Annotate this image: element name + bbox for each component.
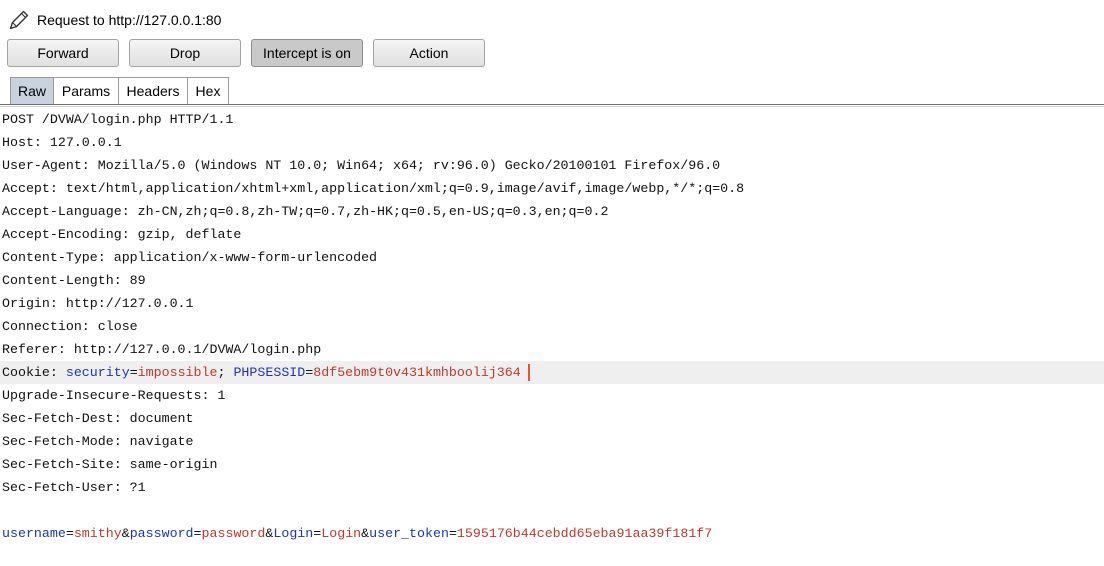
body-param-value[interactable]: password: [202, 526, 266, 541]
intercept-toggle-button[interactable]: Intercept is on: [251, 39, 363, 67]
equals-sign[interactable]: =: [449, 526, 457, 541]
tab-hex[interactable]: Hex: [187, 77, 229, 104]
header-line-sec-fetch-dest[interactable]: Sec-Fetch-Dest: document: [0, 407, 1104, 430]
cookie-name[interactable]: PHPSESSID: [233, 365, 305, 380]
ampersand-separator[interactable]: &: [122, 526, 130, 541]
header-line-sec-fetch-site[interactable]: Sec-Fetch-Site: same-origin: [0, 453, 1104, 476]
cookie-separator[interactable]: ;: [217, 365, 233, 380]
body-param-value[interactable]: Login: [321, 526, 361, 541]
forward-button[interactable]: Forward: [7, 39, 119, 67]
body-param-name[interactable]: username: [2, 526, 66, 541]
cookie-label[interactable]: Cookie:: [2, 365, 66, 380]
header-line-content-type[interactable]: Content-Type: application/x-www-form-url…: [0, 246, 1104, 269]
request-line[interactable]: POST /DVWA/login.php HTTP/1.1: [0, 108, 1104, 131]
ampersand-separator[interactable]: &: [361, 526, 369, 541]
header-line-cookie[interactable]: Cookie: security=impossible; PHPSESSID=8…: [0, 361, 1104, 384]
tab-divider: [0, 104, 1104, 105]
equals-sign[interactable]: =: [66, 526, 74, 541]
header-line-sec-fetch-user[interactable]: Sec-Fetch-User: ?1: [0, 476, 1104, 499]
cookie-name[interactable]: security: [66, 365, 130, 380]
body-param-value[interactable]: smithy: [74, 526, 122, 541]
body-param-value[interactable]: 1595176b44cebdd65eba91aa39f181f7: [457, 526, 712, 541]
pencil-icon: [9, 10, 29, 30]
body-param-name[interactable]: password: [130, 526, 194, 541]
header-line-user-agent[interactable]: User-Agent: Mozilla/5.0 (Windows NT 10.0…: [0, 154, 1104, 177]
header-line-host[interactable]: Host: 127.0.0.1: [0, 131, 1104, 154]
tab-params[interactable]: Params: [53, 77, 119, 104]
action-button[interactable]: Action: [373, 39, 485, 67]
header-line-referer[interactable]: Referer: http://127.0.0.1/DVWA/login.php: [0, 338, 1104, 361]
header-line-accept-encoding[interactable]: Accept-Encoding: gzip, deflate: [0, 223, 1104, 246]
request-body-line[interactable]: username=smithy&password=password&Login=…: [0, 522, 1104, 545]
cookie-value[interactable]: impossible: [138, 365, 218, 380]
blank-line[interactable]: [0, 499, 1104, 522]
tab-divider-shadow: [0, 106, 1104, 107]
drop-button[interactable]: Drop: [129, 39, 241, 67]
equals-sign[interactable]: =: [194, 526, 202, 541]
body-param-name[interactable]: user_token: [369, 526, 449, 541]
body-param-name[interactable]: Login: [273, 526, 313, 541]
header-line-accept[interactable]: Accept: text/html,application/xhtml+xml,…: [0, 177, 1104, 200]
header-line-content-length[interactable]: Content-Length: 89: [0, 269, 1104, 292]
tab-headers[interactable]: Headers: [118, 77, 188, 104]
header-line-connection[interactable]: Connection: close: [0, 315, 1104, 338]
text-caret: [527, 363, 530, 381]
raw-request-editor[interactable]: POST /DVWA/login.php HTTP/1.1 Host: 127.…: [0, 108, 1104, 566]
header-line-sec-fetch-mode[interactable]: Sec-Fetch-Mode: navigate: [0, 430, 1104, 453]
cookie-value[interactable]: 8df5ebm9t0v431kmhboolij364: [313, 365, 520, 380]
tab-raw[interactable]: Raw: [10, 77, 54, 104]
header-line-upgrade-insecure-requests[interactable]: Upgrade-Insecure-Requests: 1: [0, 384, 1104, 407]
header-line-origin[interactable]: Origin: http://127.0.0.1: [0, 292, 1104, 315]
request-target-title: Request to http://127.0.0.1:80: [37, 12, 222, 28]
equals-sign[interactable]: =: [130, 365, 138, 380]
header-line-accept-language[interactable]: Accept-Language: zh-CN,zh;q=0.8,zh-TW;q=…: [0, 200, 1104, 223]
